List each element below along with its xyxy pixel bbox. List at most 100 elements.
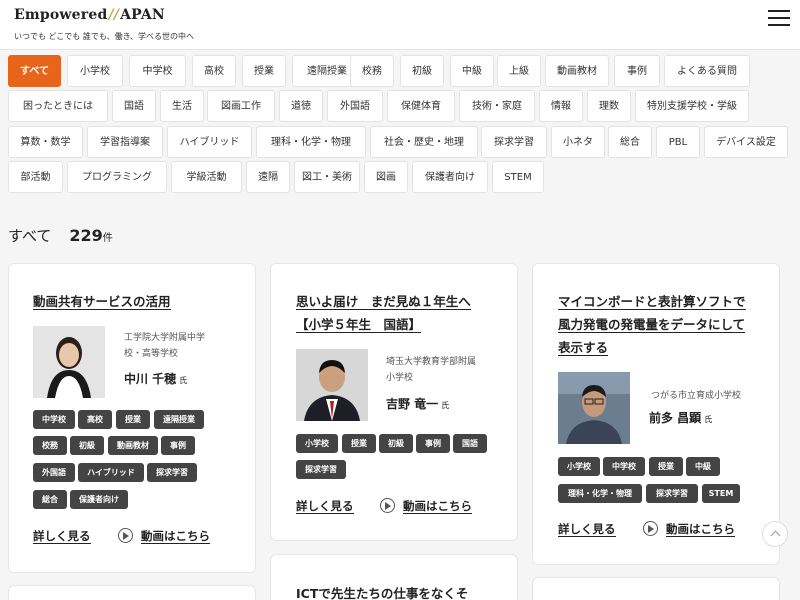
filter-chip[interactable]: STEM: [492, 161, 544, 193]
tag-badge[interactable]: 中学校: [33, 410, 75, 429]
filter-chip[interactable]: 外国語: [327, 90, 383, 122]
filter-chip[interactable]: 小ネタ: [551, 126, 605, 158]
details-link[interactable]: 詳しく見る: [558, 521, 616, 537]
tag-badge[interactable]: ハイブリッド: [78, 463, 144, 482]
filter-chip[interactable]: 動画教材: [545, 55, 609, 87]
filter-chip[interactable]: 算数・数学: [8, 126, 83, 158]
filter-chip[interactable]: よくある質問: [664, 55, 750, 87]
tag-badge[interactable]: 遠隔授業: [154, 410, 204, 429]
tag-badge[interactable]: 外国語: [33, 463, 75, 482]
tag-badge[interactable]: 授業: [649, 457, 683, 476]
tag-badge[interactable]: 小学校: [296, 434, 338, 453]
tag-badge[interactable]: 理科・化学・物理: [558, 484, 642, 503]
video-link[interactable]: 動画はこちら: [141, 528, 210, 544]
article-card[interactable]: [8, 585, 256, 600]
tag-badge[interactable]: 探求学習: [147, 463, 197, 482]
filter-chip[interactable]: プログラミング: [67, 161, 167, 193]
video-link[interactable]: 動画はこちら: [403, 498, 472, 514]
filter-chip[interactable]: ハイブリッド: [167, 126, 252, 158]
site-logo[interactable]: Empowered//APAN: [14, 7, 165, 23]
tag-badge[interactable]: 高校: [78, 410, 112, 429]
tag-badge[interactable]: 中学校: [603, 457, 645, 476]
author-photo: [558, 372, 630, 444]
filter-chip[interactable]: 社会・歴史・地理: [370, 126, 478, 158]
filter-chip[interactable]: 保健体育: [387, 90, 455, 122]
card-title[interactable]: ICTで先生たちの仕事をなくそ: [296, 582, 511, 600]
result-number: 229: [69, 226, 103, 245]
site-tagline: いつでも どこでも 誰でも、働き、学べる世の中へ: [14, 32, 195, 41]
tag-badge[interactable]: 校務: [33, 436, 67, 455]
filter-chip[interactable]: 総合: [608, 126, 652, 158]
filter-chip[interactable]: PBL: [656, 126, 700, 158]
filter-chip[interactable]: 理科・化学・物理: [256, 126, 366, 158]
article-card[interactable]: [532, 577, 780, 600]
details-link[interactable]: 詳しく見る: [33, 528, 91, 544]
filter-chip[interactable]: 図工・美術: [294, 161, 360, 193]
author-photo: [33, 326, 105, 398]
filter-chip[interactable]: 学習指導案: [87, 126, 163, 158]
tag-badge[interactable]: 動画教材: [108, 436, 158, 455]
card-title[interactable]: マイコンボードと表計算ソフトで 風力発電の発電量をデータにして 表示する: [558, 290, 773, 359]
menu-icon[interactable]: [768, 10, 790, 28]
filter-chip[interactable]: すべて: [8, 55, 61, 87]
filter-chip[interactable]: 理数: [587, 90, 631, 122]
tag-badge[interactable]: 総合: [33, 490, 67, 509]
filter-chip[interactable]: 校務: [350, 55, 394, 87]
filter-chip[interactable]: 探求学習: [481, 126, 547, 158]
tag-badge[interactable]: 探求学習: [296, 460, 346, 479]
filter-chip[interactable]: 情報: [539, 90, 583, 122]
play-icon[interactable]: [118, 528, 133, 543]
filter-chip[interactable]: 学級活動: [171, 161, 242, 193]
scroll-to-top-button[interactable]: [762, 521, 788, 547]
card-title[interactable]: 思いよ届け まだ見ぬ１年生へ 【小学５年生 国語】: [296, 290, 511, 336]
article-card[interactable]: ICTで先生たちの仕事をなくそ: [270, 554, 518, 600]
filter-chip[interactable]: 授業: [242, 55, 286, 87]
tag-badge[interactable]: 中級: [686, 457, 720, 476]
filter-chip[interactable]: 事例: [614, 55, 660, 87]
tag-badge[interactable]: 授業: [116, 410, 150, 429]
tag-badge[interactable]: 事例: [416, 434, 450, 453]
details-link[interactable]: 詳しく見る: [296, 498, 354, 514]
filter-chip[interactable]: 道徳: [279, 90, 323, 122]
tag-badge[interactable]: 授業: [342, 434, 376, 453]
filter-chip[interactable]: デバイス設定: [704, 126, 788, 158]
tag-badge[interactable]: 初級: [70, 436, 104, 455]
article-card[interactable]: マイコンボードと表計算ソフトで 風力発電の発電量をデータにして 表示する つがる市立…: [532, 263, 780, 565]
play-icon[interactable]: [643, 521, 658, 536]
play-icon[interactable]: [380, 498, 395, 513]
tag-badge[interactable]: 小学校: [558, 457, 600, 476]
result-count: すべて 229件: [8, 225, 113, 246]
article-card[interactable]: 動画共有サービスの活用 工学院大学附属中学 校・高等学校 中川 千穂氏 中学校 高…: [8, 263, 256, 573]
site-header: Empowered//APAN いつでも どこでも 誰でも、働き、学べる世の中へ: [0, 0, 800, 50]
filter-chip[interactable]: 技術・家庭: [459, 90, 535, 122]
tag-badge[interactable]: STEM: [702, 484, 740, 503]
filter-chip[interactable]: 特別支援学校・学級: [635, 90, 749, 122]
tag-badge[interactable]: 保護者向け: [70, 490, 128, 509]
author-photo: [296, 349, 368, 421]
filter-chip[interactable]: 小学校: [67, 55, 123, 87]
tag-badge[interactable]: 事例: [161, 436, 195, 455]
filter-chip[interactable]: 生活: [160, 90, 204, 122]
tag-badge[interactable]: 国語: [453, 434, 487, 453]
filter-chip[interactable]: 初級: [400, 55, 444, 87]
author-affiliation: つがる市立育成小学校: [651, 391, 742, 401]
tag-badge[interactable]: 初級: [379, 434, 413, 453]
filter-chip[interactable]: 遠隔: [246, 161, 290, 193]
article-card[interactable]: 思いよ届け まだ見ぬ１年生へ 【小学５年生 国語】 埼玉大学教育学部附属 小学校 吉…: [270, 263, 518, 541]
filter-chip[interactable]: 中級: [450, 55, 494, 87]
filter-chip[interactable]: 高校: [192, 55, 236, 87]
video-link[interactable]: 動画はこちら: [666, 521, 735, 537]
tag-badge[interactable]: 探求学習: [646, 484, 698, 503]
filter-chip[interactable]: 図画工作: [207, 90, 275, 122]
filter-chip[interactable]: 部活動: [8, 161, 63, 193]
result-label: すべて: [8, 227, 52, 245]
author-name: 中川 千穂氏: [124, 372, 188, 386]
filter-chip[interactable]: 国語: [112, 90, 156, 122]
filter-chip[interactable]: 困ったときには: [8, 90, 108, 122]
filter-chip[interactable]: 保護者向け: [412, 161, 488, 193]
author-name: 吉野 竜一氏: [386, 397, 450, 411]
filter-chip[interactable]: 中学校: [129, 55, 186, 87]
filter-chip[interactable]: 上級: [497, 55, 541, 87]
filter-chip[interactable]: 図画: [364, 161, 408, 193]
card-title[interactable]: 動画共有サービスの活用: [33, 290, 243, 313]
